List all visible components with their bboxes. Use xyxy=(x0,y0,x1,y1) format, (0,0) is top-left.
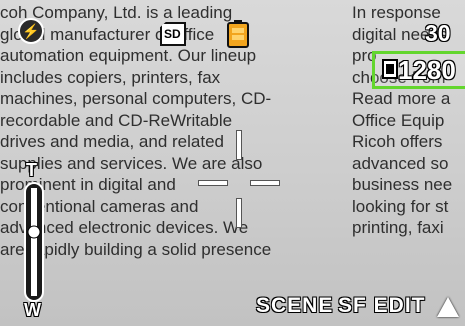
sf-edit-label[interactable]: SF EDIT xyxy=(338,294,426,318)
zoom-tele-label: T xyxy=(26,160,37,180)
viewfinder-text-line: coh Company, Ltd. is a leading xyxy=(0,3,233,22)
focus-frame-top xyxy=(236,130,242,160)
scene-label[interactable]: SCENE xyxy=(256,294,333,318)
viewfinder-text-line: Office Equip xyxy=(352,110,445,130)
shots-remaining: 30 xyxy=(425,20,451,46)
triangle-up-icon[interactable] xyxy=(437,297,459,317)
viewfinder-text-line: Ricoh offers xyxy=(352,132,443,151)
viewfinder-text-line: includes copiers, printers, fax xyxy=(0,67,221,87)
flash-glyph: ⚡ xyxy=(22,23,40,39)
resolution-value: 1280 xyxy=(398,55,456,85)
focus-frame-bottom xyxy=(236,198,242,228)
viewfinder-text-line xyxy=(352,239,465,261)
zoom-wide-label: W xyxy=(24,300,41,320)
focus-frame-left xyxy=(198,180,228,186)
viewfinder-text-line: machines, personal computers, CD- xyxy=(0,89,272,108)
camera-lcd-screen: coh Company, Ltd. is a leading global ma… xyxy=(0,0,465,326)
viewfinder-text-line: business nee xyxy=(352,175,453,194)
image-size-icon xyxy=(382,59,398,79)
viewfinder-text-line: Read more a xyxy=(352,89,451,108)
viewfinder-text-line: printing, faxi xyxy=(352,218,444,237)
viewfinder-text-line: drives and media, and related xyxy=(0,132,224,151)
zoom-track xyxy=(24,182,44,302)
viewfinder-text-line: recordable and CD-ReWritable xyxy=(0,110,233,130)
focus-frame-right xyxy=(250,180,280,186)
viewfinder-text-line: advanced so xyxy=(352,153,449,173)
zoom-level-indicator[interactable] xyxy=(27,225,41,239)
sd-card-icon: SD xyxy=(160,22,186,46)
battery-icon xyxy=(227,20,249,48)
sd-card-label: SD xyxy=(164,27,181,41)
viewfinder-text-line: looking for st xyxy=(352,196,449,216)
flash-off-icon: ⚡ xyxy=(18,18,44,44)
zoom-bar[interactable]: T W xyxy=(18,160,54,326)
viewfinder-text-line: automation equipment. Our lineup xyxy=(0,46,257,65)
